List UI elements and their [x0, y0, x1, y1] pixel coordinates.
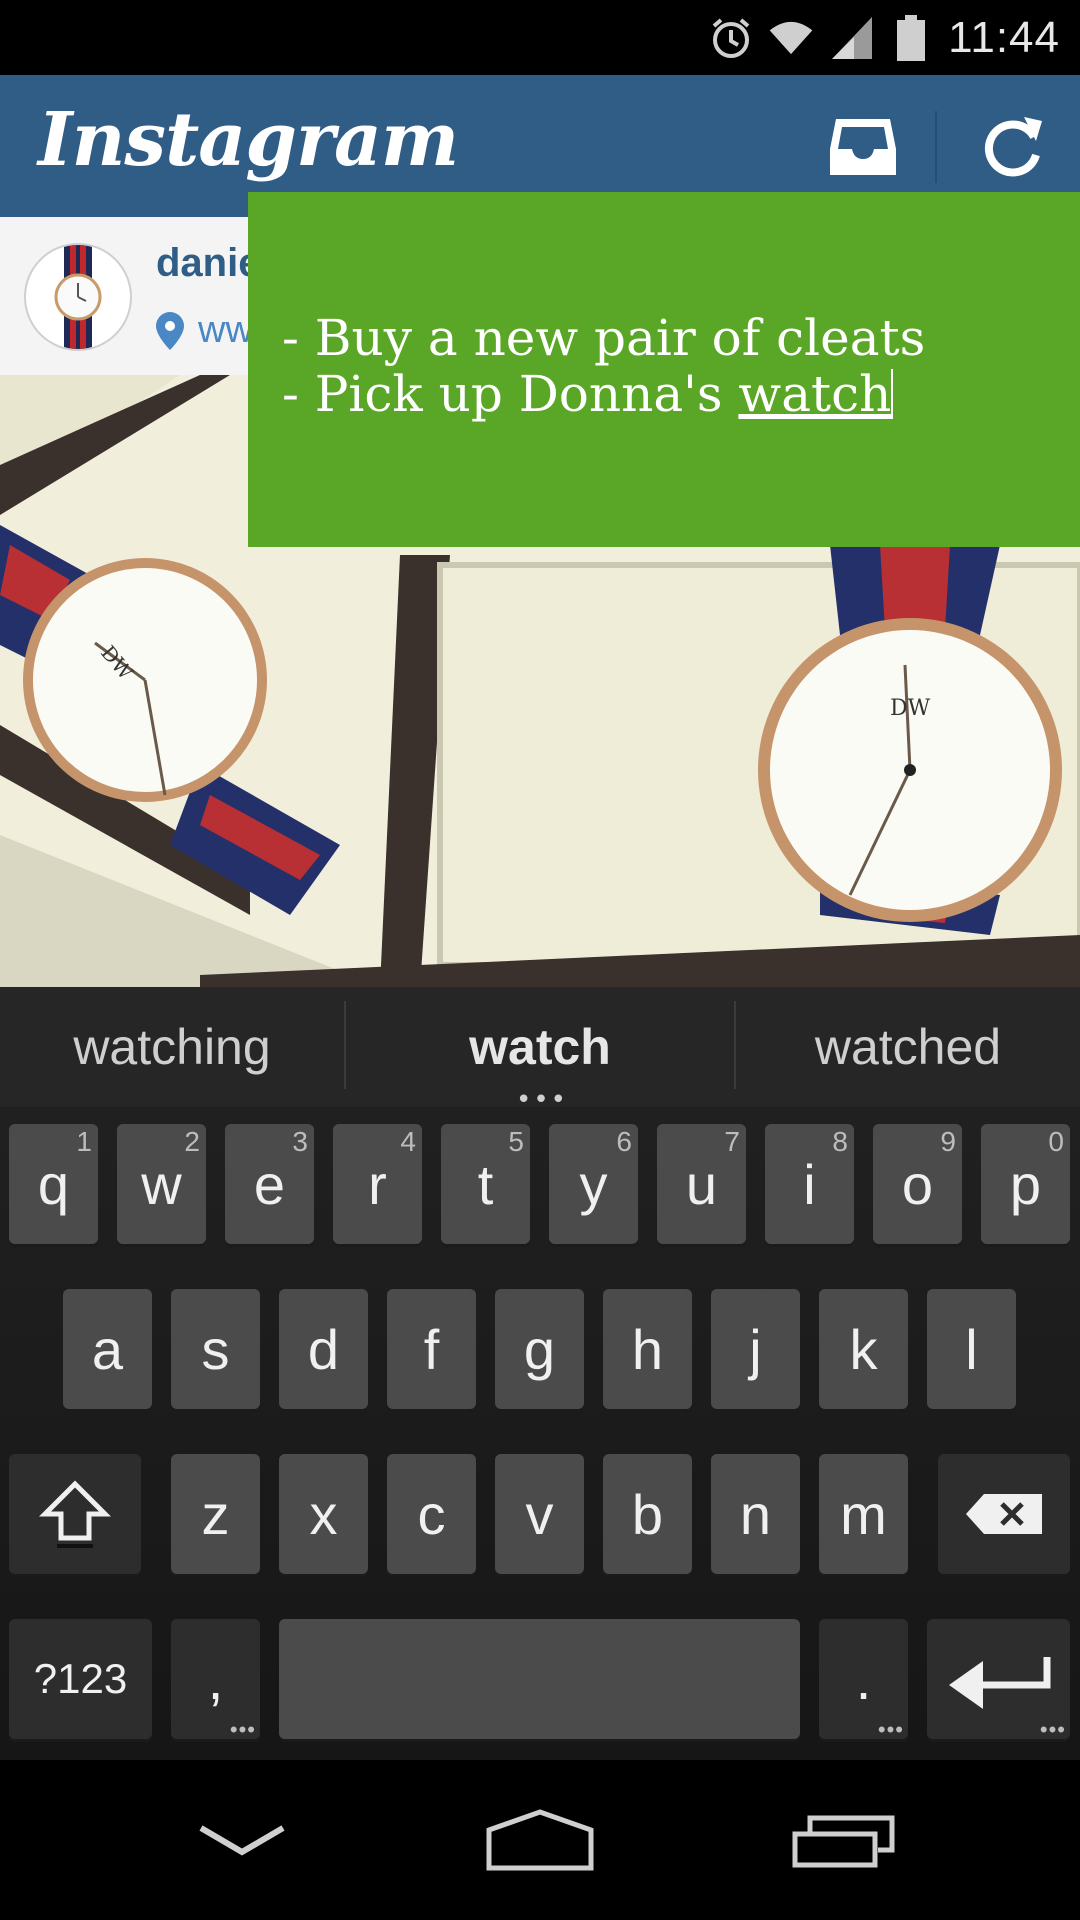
key-t[interactable]: t5 [441, 1124, 530, 1244]
key-d[interactable]: d [279, 1289, 368, 1409]
key-i[interactable]: i8 [765, 1124, 854, 1244]
enter-key[interactable]: ••• [927, 1619, 1070, 1742]
note-line-1: - Buy a new pair of cleats [282, 309, 926, 367]
key-n[interactable]: n [711, 1454, 800, 1574]
action-separator [935, 111, 937, 183]
key-u[interactable]: u7 [657, 1124, 746, 1244]
key-o[interactable]: o9 [873, 1124, 962, 1244]
signal-icon [828, 15, 874, 61]
key-b[interactable]: b [603, 1454, 692, 1574]
post-location-label: ww [198, 309, 253, 351]
key-r[interactable]: r4 [333, 1124, 422, 1244]
battery-icon [888, 14, 934, 61]
key-k[interactable]: k [819, 1289, 908, 1409]
svg-text:DW: DW [890, 696, 931, 721]
key-l[interactable]: l [927, 1289, 1016, 1409]
alarm-icon [708, 15, 754, 61]
backspace-key[interactable] [938, 1454, 1070, 1574]
post-location[interactable]: ww [156, 309, 253, 352]
shift-arrow-icon [39, 1480, 111, 1548]
key-z[interactable]: z [171, 1454, 260, 1574]
shift-key[interactable] [9, 1454, 141, 1574]
status-icons: 11:44 [708, 0, 1060, 75]
suggestion-strip: watching watch ••• watched [0, 987, 1080, 1115]
note-popup[interactable]: - Buy a new pair of cleats - Pick up Don… [248, 192, 1080, 547]
suggestion-right[interactable]: watched [736, 987, 1080, 1107]
clock-time: 11:44 [948, 12, 1060, 62]
home-icon[interactable] [440, 1760, 640, 1920]
refresh-icon[interactable] [978, 111, 1048, 181]
comma-key[interactable]: , ••• [171, 1619, 260, 1742]
key-j[interactable]: j [711, 1289, 800, 1409]
location-pin-icon [156, 311, 184, 350]
enter-arrow-icon [948, 1657, 1050, 1709]
key-a[interactable]: a [63, 1289, 152, 1409]
inbox-icon[interactable] [828, 115, 898, 179]
post-username[interactable]: danie [156, 241, 260, 286]
soft-keyboard: watching watch ••• watched q1 w2 e3 r4 t… [0, 987, 1080, 1760]
key-g[interactable]: g [495, 1289, 584, 1409]
avatar[interactable] [24, 243, 132, 351]
key-y[interactable]: y6 [549, 1124, 638, 1244]
key-c[interactable]: c [387, 1454, 476, 1574]
note-composing-word: watch [738, 365, 892, 423]
status-bar: 11:44 [0, 0, 1080, 75]
text-cursor [891, 369, 894, 419]
key-v[interactable]: v [495, 1454, 584, 1574]
note-line-2-prefix: - Pick up Donna's [282, 365, 739, 423]
wifi-icon [768, 15, 814, 61]
key-e[interactable]: e3 [225, 1124, 314, 1244]
space-bar[interactable] [279, 1619, 800, 1739]
key-w[interactable]: w2 [117, 1124, 206, 1244]
instagram-logo[interactable]: Instagram [38, 97, 459, 183]
key-m[interactable]: m [819, 1454, 908, 1574]
key-h[interactable]: h [603, 1289, 692, 1409]
more-suggestions-indicator: ••• [516, 1085, 569, 1115]
key-q[interactable]: q1 [9, 1124, 98, 1244]
symbols-key[interactable]: ?123 [9, 1619, 152, 1739]
key-f[interactable]: f [387, 1289, 476, 1409]
navigation-bar [0, 1760, 1080, 1920]
recents-icon[interactable] [744, 1760, 944, 1920]
back-icon[interactable] [142, 1760, 342, 1920]
key-s[interactable]: s [171, 1289, 260, 1409]
key-x[interactable]: x [279, 1454, 368, 1574]
key-p[interactable]: p0 [981, 1124, 1070, 1244]
period-key[interactable]: . ••• [819, 1619, 908, 1742]
backspace-icon [966, 1494, 1042, 1534]
suggestion-left[interactable]: watching [0, 987, 344, 1107]
note-text[interactable]: - Buy a new pair of cleats - Pick up Don… [282, 310, 925, 422]
